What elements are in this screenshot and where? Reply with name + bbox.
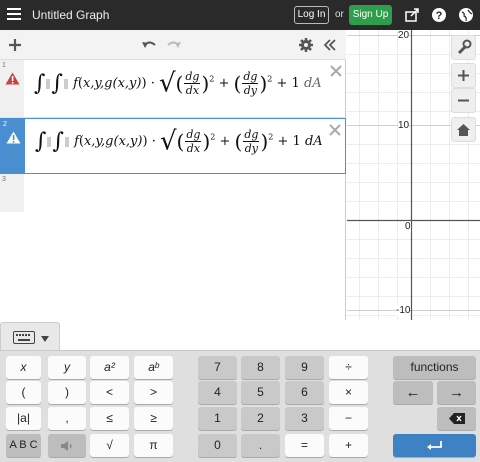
key-8[interactable]: 8	[241, 356, 280, 379]
delete-expression-icon[interactable]	[329, 124, 341, 136]
warning-icon[interactable]	[6, 131, 21, 144]
signup-button[interactable]: Sign Up	[349, 5, 392, 25]
home-icon	[457, 124, 470, 136]
key-abs[interactable]: |a|	[6, 407, 41, 430]
expression-number: 2	[3, 121, 7, 128]
warning-icon[interactable]	[5, 72, 20, 85]
key-2[interactable]: 2	[241, 407, 280, 430]
key-7[interactable]: 7	[198, 356, 237, 379]
key-1[interactable]: 1	[198, 407, 237, 430]
key-audio[interactable]	[48, 434, 86, 457]
wrench-icon	[457, 39, 472, 55]
key-3[interactable]: 3	[285, 407, 324, 430]
minus-icon	[458, 99, 469, 102]
key-pi[interactable]: π	[134, 434, 173, 457]
key-plus[interactable]: +	[329, 434, 368, 457]
y-axis-label: 10	[398, 120, 410, 131]
expression-number: 1	[2, 62, 6, 69]
key-divide[interactable]: ÷	[329, 356, 368, 379]
expression-number: 3	[2, 176, 6, 183]
key-a-squared[interactable]: a²	[90, 356, 129, 379]
undo-icon[interactable]	[141, 39, 157, 51]
expression-toolbar	[0, 30, 346, 60]
enter-icon	[426, 441, 442, 450]
globe-icon[interactable]	[458, 7, 474, 23]
expression-list: 1 ∫ ∫ f(x,y,g(x,y)) · √(dg dx)2 + (dg dy)2 …	[0, 60, 346, 320]
expression-row[interactable]: 1 ∫ ∫ f(x,y,g(x,y)) · √(dg dx)2 + (dg dy)2 …	[0, 60, 346, 118]
key-less-than[interactable]: <	[90, 381, 129, 404]
math-keypad: x y a² aᵇ ( ) < > |a| , ≤ ≥ A B C √ π 7 …	[0, 350, 480, 462]
key-multiply[interactable]: ×	[329, 381, 368, 404]
key-y[interactable]: y	[48, 356, 86, 379]
key-enter[interactable]	[393, 434, 476, 457]
default-viewport-button[interactable]	[451, 117, 476, 142]
key-5[interactable]: 5	[241, 381, 280, 404]
origin-label: 0	[405, 221, 411, 232]
add-expression-icon[interactable]	[8, 38, 22, 52]
zoom-in-button[interactable]	[451, 63, 476, 88]
key-right-arrow[interactable]: →	[437, 381, 476, 404]
key-a-power-b[interactable]: aᵇ	[134, 356, 173, 379]
graph-settings-button[interactable]	[451, 35, 476, 60]
key-4[interactable]: 4	[198, 381, 237, 404]
help-icon[interactable]: ?	[431, 7, 447, 23]
key-close-paren[interactable]: )	[48, 381, 86, 404]
key-minus[interactable]: −	[329, 407, 368, 430]
svg-text:?: ?	[436, 10, 443, 22]
expression-math[interactable]: ∫ ∫ f(x,y,g(x,y)) · √(dg dx)2 + (dg dy)2 + …	[34, 68, 322, 99]
redo-icon[interactable]	[166, 39, 182, 51]
key-comma[interactable]: ,	[48, 407, 86, 430]
or-label: or	[335, 9, 344, 20]
keyboard-toggle-button[interactable]	[0, 322, 60, 352]
plus-icon	[458, 70, 469, 81]
graph-title[interactable]: Untitled Graph	[32, 8, 109, 22]
collapse-list-icon[interactable]	[323, 38, 337, 52]
key-6[interactable]: 6	[285, 381, 324, 404]
expression-gutter: 2	[1, 119, 25, 173]
key-left-arrow[interactable]: ←	[393, 381, 433, 404]
y-axis-label: 20	[398, 30, 410, 41]
expression-math[interactable]: ∫ ∫ f(x,y,g(x,y)) · √(dg dx)2 + (dg dy)2 + …	[35, 126, 323, 157]
speaker-icon	[61, 441, 72, 451]
key-0[interactable]: 0	[198, 434, 237, 457]
share-icon[interactable]	[404, 7, 420, 23]
key-open-paren[interactable]: (	[6, 381, 41, 404]
key-9[interactable]: 9	[285, 356, 324, 379]
key-greater-equal[interactable]: ≥	[134, 407, 173, 430]
expression-row-selected[interactable]: 2 ∫ ∫ f(x,y,g(x,y)) · √(dg dx)2 + (dg dy)2 …	[0, 118, 346, 174]
expression-row-empty[interactable]: 3	[0, 174, 346, 320]
keyboard-icon	[13, 331, 35, 344]
backspace-icon	[448, 413, 465, 424]
key-greater-than[interactable]: >	[134, 381, 173, 404]
chevron-down-icon	[41, 336, 49, 342]
settings-gear-icon[interactable]	[299, 38, 313, 52]
zoom-out-button[interactable]	[451, 88, 476, 113]
expression-gutter: 1	[0, 60, 24, 117]
key-sqrt[interactable]: √	[90, 434, 129, 457]
login-button[interactable]: Log In	[294, 6, 329, 24]
key-abc[interactable]: A B C	[6, 434, 41, 457]
menu-icon[interactable]	[7, 8, 21, 20]
key-equals[interactable]: =	[285, 434, 324, 457]
key-x[interactable]: x	[6, 356, 41, 379]
functions-button[interactable]: functions	[393, 356, 476, 379]
y-axis-label: -10	[396, 305, 411, 316]
expression-gutter: 3	[0, 174, 24, 212]
key-decimal[interactable]: .	[241, 434, 280, 457]
delete-expression-icon[interactable]	[330, 65, 342, 77]
key-backspace[interactable]	[437, 407, 476, 430]
key-less-equal[interactable]: ≤	[90, 407, 129, 430]
top-bar: Untitled Graph Log In or Sign Up ?	[0, 0, 480, 30]
